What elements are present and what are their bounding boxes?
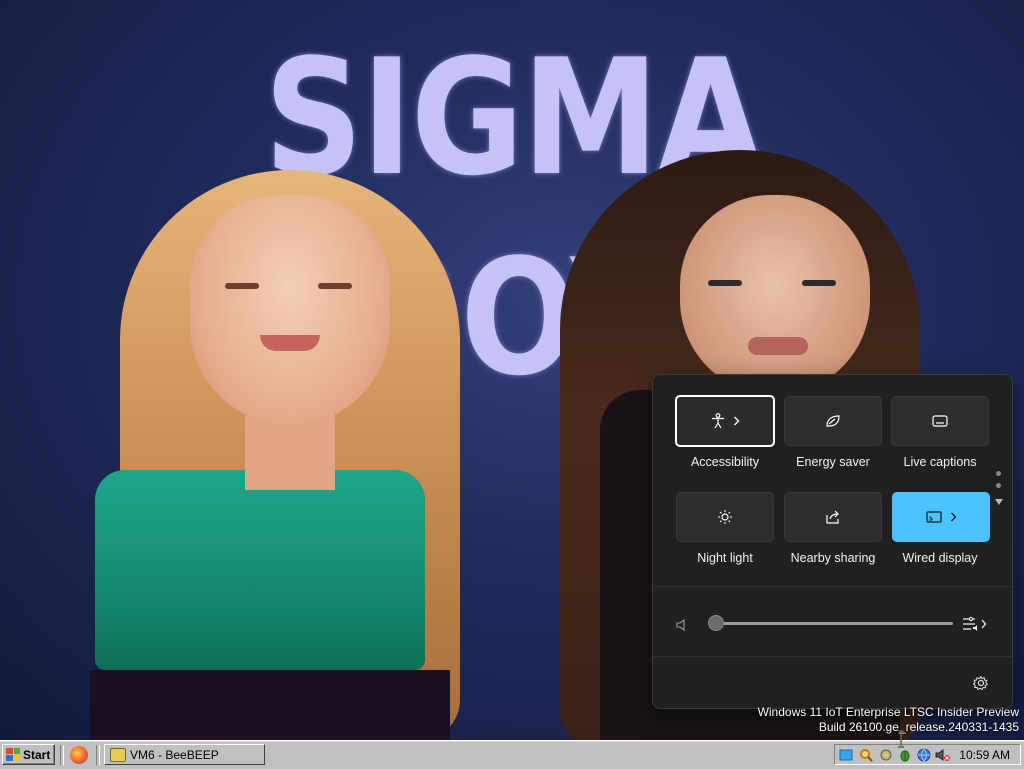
tile-label: Live captions bbox=[903, 455, 977, 469]
wired-display-tile[interactable] bbox=[892, 492, 990, 542]
start-label: Start bbox=[23, 747, 51, 762]
sun-icon bbox=[717, 509, 733, 525]
start-button[interactable]: Start bbox=[2, 744, 55, 765]
system-tray: 10:59 AM bbox=[834, 744, 1021, 765]
wallpaper-mouth bbox=[260, 335, 320, 351]
night-light-tile[interactable] bbox=[676, 492, 774, 542]
taskbar: Start VM6 - BeeBEEP 10:59 AM bbox=[0, 740, 1024, 769]
speaker-muted-icon[interactable] bbox=[675, 618, 689, 637]
wallpaper-mouth bbox=[748, 337, 808, 355]
network-icon[interactable] bbox=[917, 748, 931, 762]
wallpaper-person-left-skirt bbox=[90, 670, 450, 740]
gear-icon[interactable] bbox=[879, 748, 893, 762]
watermark-line1: Windows 11 IoT Enterprise LTSC Insider P… bbox=[757, 705, 1019, 719]
tile-label: Nearby sharing bbox=[790, 551, 876, 565]
os-watermark: Windows 11 IoT Enterprise LTSC Insider P… bbox=[758, 705, 1019, 735]
taskbar-button-beebeep[interactable]: VM6 - BeeBEEP bbox=[104, 744, 265, 765]
nearby-sharing-tile[interactable] bbox=[784, 492, 882, 542]
volume-slider-thumb[interactable] bbox=[708, 615, 724, 631]
windows-logo-icon bbox=[6, 748, 20, 761]
tile-label: Night light bbox=[697, 551, 753, 565]
chevron-right-icon[interactable] bbox=[950, 512, 957, 522]
chevron-right-icon[interactable] bbox=[733, 416, 740, 426]
leaf-icon bbox=[825, 414, 841, 428]
cast-icon bbox=[925, 511, 942, 523]
volume-slider-track[interactable] bbox=[716, 622, 953, 625]
wallpaper-eye bbox=[708, 280, 742, 286]
energy-saver-tile[interactable] bbox=[784, 396, 882, 446]
folder-icon[interactable] bbox=[839, 748, 853, 762]
wallpaper-person-left-top bbox=[95, 470, 425, 670]
volume-mixer-icon[interactable] bbox=[962, 616, 988, 637]
taskbar-separator bbox=[60, 745, 64, 765]
quick-settings-panel: Accessibility Energy saver Live captions… bbox=[652, 374, 1013, 709]
page-indicator-dot[interactable] bbox=[996, 483, 1001, 488]
wallpaper-eye bbox=[225, 283, 259, 289]
taskbar-button-label: VM6 - BeeBEEP bbox=[130, 747, 219, 762]
accessibility-icon bbox=[711, 413, 725, 429]
live-captions-tile[interactable] bbox=[891, 396, 989, 446]
tile-label: Energy saver bbox=[796, 455, 870, 469]
tile-label: Wired display bbox=[902, 551, 978, 565]
wallpaper-eye bbox=[318, 283, 352, 289]
text-cursor-icon bbox=[896, 730, 906, 753]
page-indicator-dot[interactable] bbox=[996, 471, 1001, 476]
watermark-line2: Build 26100.ge_release.240331-1435 bbox=[818, 720, 1019, 734]
beebeep-icon bbox=[110, 747, 126, 762]
wallpaper-person-right-face bbox=[680, 195, 870, 395]
wallpaper-eye bbox=[802, 280, 836, 286]
accessibility-tile[interactable] bbox=[675, 395, 775, 447]
divider bbox=[653, 586, 1012, 587]
tile-label: Accessibility bbox=[690, 455, 760, 469]
firefox-icon[interactable] bbox=[70, 746, 88, 764]
divider bbox=[653, 656, 1012, 657]
gear-icon[interactable] bbox=[972, 675, 989, 696]
volume-muted-icon[interactable] bbox=[935, 748, 950, 762]
next-page-arrow-icon[interactable] bbox=[995, 499, 1003, 505]
captions-icon bbox=[932, 415, 948, 427]
share-icon bbox=[825, 509, 841, 525]
search-icon[interactable] bbox=[859, 748, 873, 762]
taskbar-separator bbox=[96, 745, 100, 765]
wallpaper-person-left-face bbox=[190, 195, 390, 425]
taskbar-clock[interactable]: 10:59 AM bbox=[959, 748, 1010, 762]
